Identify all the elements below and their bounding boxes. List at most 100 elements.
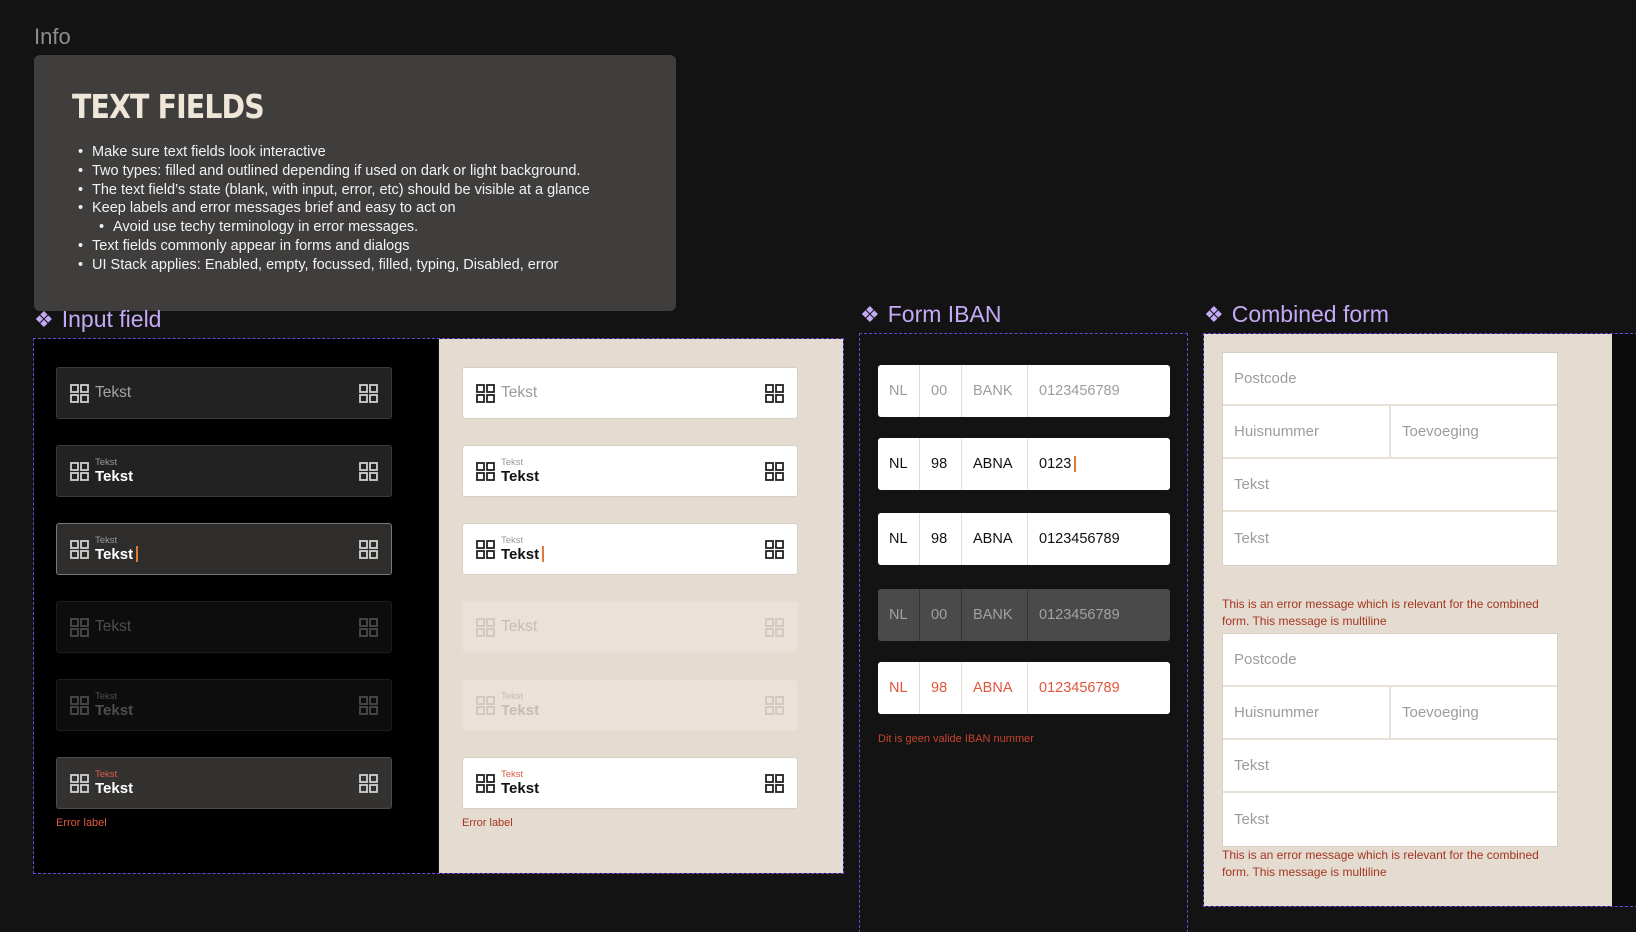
grid-icon[interactable] — [359, 462, 378, 481]
huisnummer-field[interactable]: Huisnummer — [1223, 406, 1389, 457]
text-field[interactable]: Tekst — [1223, 793, 1557, 846]
grid-icon[interactable] — [765, 618, 784, 637]
text-field[interactable]: Tekst — [1223, 740, 1557, 791]
info-label: Info — [34, 24, 71, 49]
grid-icon[interactable] — [359, 696, 378, 715]
info-bullet: Make sure text fields look interactive — [78, 143, 590, 162]
grid-icon[interactable] — [765, 540, 784, 559]
field-content: Tekst Tekst — [501, 446, 752, 496]
field-placeholder: Tekst — [95, 384, 132, 401]
iban-account-segment[interactable]: 0123456789 — [1028, 662, 1170, 714]
info-bullet: Two types: filled and outlined depending… — [78, 162, 590, 181]
field-floating-label: Tekst — [501, 457, 524, 468]
iban-bank-segment[interactable]: BANK — [962, 365, 1028, 417]
text-field-disabled-filled: Tekst Tekst — [56, 679, 392, 731]
grid-icon — [476, 696, 495, 715]
combined-form-group: Postcode Huisnummer Toevoeging Tekst Tek… — [1222, 633, 1558, 847]
iban-bank-segment[interactable]: ABNA — [962, 662, 1028, 714]
error-label: Error label — [56, 817, 107, 829]
field-content: Tekst — [95, 368, 346, 418]
info-card: TEXT FIELDS Make sure text fields look i… — [34, 55, 676, 311]
info-bullet: UI Stack applies: Enabled, empty, focuss… — [78, 256, 590, 275]
text-field-typing[interactable]: Tekst Tekst — [56, 523, 392, 575]
grid-icon[interactable] — [359, 618, 378, 637]
iban-account-value: 0123456789 — [1039, 680, 1120, 696]
section-title-label: Combined form — [1231, 301, 1389, 327]
iban-account-value: 0123456789 — [1039, 531, 1120, 547]
iban-check-segment[interactable]: 00 — [920, 365, 962, 417]
iban-bank-segment[interactable]: ABNA — [962, 438, 1028, 490]
text-field-typing[interactable]: Tekst Tekst — [462, 523, 798, 575]
iban-field-error[interactable]: NL 98 ABNA 0123456789 — [878, 662, 1170, 714]
iban-account-segment[interactable]: 0123 — [1028, 438, 1170, 490]
field-value: Tekst — [95, 468, 134, 485]
postcode-field[interactable]: Postcode — [1223, 634, 1557, 685]
toevoeging-field[interactable]: Toevoeging — [1389, 687, 1557, 738]
field-value: Tekst — [95, 780, 134, 797]
field-floating-label: Tekst — [501, 769, 524, 780]
postcode-field[interactable]: Postcode — [1223, 353, 1557, 404]
combined-form-group: Postcode Huisnummer Toevoeging Tekst Tek… — [1222, 352, 1558, 566]
iban-field-empty[interactable]: NL 00 BANK 0123456789 — [878, 365, 1170, 417]
section-title-input-field: ❖ Input field — [34, 306, 161, 333]
field-placeholder: Tekst — [501, 384, 538, 401]
grid-icon[interactable] — [765, 384, 784, 403]
text-field[interactable]: Tekst — [1223, 512, 1557, 565]
component-diamond-icon: ❖ — [1204, 301, 1224, 327]
iban-country-segment[interactable]: NL — [878, 365, 920, 417]
field-content: Tekst Tekst — [95, 524, 346, 574]
field-value: Tekst — [95, 546, 134, 563]
iban-check-segment[interactable]: 98 — [920, 513, 962, 565]
grid-icon[interactable] — [359, 384, 378, 403]
iban-account-segment[interactable]: 0123456789 — [1028, 513, 1170, 565]
iban-account-value: 0123456789 — [1039, 383, 1120, 399]
iban-country-segment[interactable]: NL — [878, 513, 920, 565]
section-title-form-iban: ❖ Form IBAN — [860, 301, 1001, 328]
light-variant-panel: Tekst Tekst Tekst Tekst Tekst Tekst Tekst Tekst… — [439, 339, 843, 873]
iban-error-message: Dit is geen valide IBAN nummer — [878, 733, 1034, 745]
text-field-filled[interactable]: Tekst Tekst — [56, 445, 392, 497]
info-sub-bullet: Avoid use techy terminology in error mes… — [99, 218, 590, 237]
grid-icon[interactable] — [359, 540, 378, 559]
grid-icon[interactable] — [359, 774, 378, 793]
field-content: Tekst — [95, 602, 346, 652]
iban-country-segment[interactable]: NL — [878, 438, 920, 490]
text-caret — [542, 546, 545, 562]
info-title: TEXT FIELDS — [72, 87, 265, 126]
iban-bank-segment[interactable]: BANK — [962, 589, 1028, 641]
text-field-error[interactable]: Tekst Tekst — [462, 757, 798, 809]
iban-country-segment[interactable]: NL — [878, 662, 920, 714]
toevoeging-field[interactable]: Toevoeging — [1389, 406, 1557, 457]
text-field-error[interactable]: Tekst Tekst — [56, 757, 392, 809]
field-floating-label: Tekst — [95, 457, 118, 468]
iban-field-filled[interactable]: NL 98 ABNA 0123456789 — [878, 513, 1170, 565]
text-field-empty[interactable]: Tekst — [56, 367, 392, 419]
iban-bank-segment[interactable]: ABNA — [962, 513, 1028, 565]
field-content: Tekst Tekst — [501, 524, 752, 574]
text-field-filled[interactable]: Tekst Tekst — [462, 445, 798, 497]
field-content: Tekst Tekst — [95, 446, 346, 496]
iban-country-segment[interactable]: NL — [878, 589, 920, 641]
iban-account-segment[interactable]: 0123456789 — [1028, 365, 1170, 417]
iban-account-value: 0123 — [1039, 456, 1072, 472]
grid-icon — [476, 540, 495, 559]
text-field-empty[interactable]: Tekst — [462, 367, 798, 419]
grid-icon — [476, 384, 495, 403]
iban-check-segment[interactable]: 98 — [920, 662, 962, 714]
grid-icon[interactable] — [765, 462, 784, 481]
grid-icon — [476, 618, 495, 637]
grid-icon[interactable] — [765, 696, 784, 715]
iban-account-segment[interactable]: 0123456789 — [1028, 589, 1170, 641]
grid-icon[interactable] — [765, 774, 784, 793]
section-title-label: Input field — [61, 306, 162, 332]
field-content: Tekst — [501, 368, 752, 418]
field-value: Tekst — [501, 780, 540, 797]
iban-field-typing[interactable]: NL 98 ABNA 0123 — [878, 438, 1170, 490]
text-field[interactable]: Tekst — [1223, 459, 1557, 510]
field-placeholder: Tekst — [95, 618, 132, 635]
huisnummer-field[interactable]: Huisnummer — [1223, 687, 1389, 738]
grid-icon — [70, 696, 89, 715]
iban-check-segment[interactable]: 00 — [920, 589, 962, 641]
iban-check-segment[interactable]: 98 — [920, 438, 962, 490]
text-caret — [1074, 456, 1077, 472]
